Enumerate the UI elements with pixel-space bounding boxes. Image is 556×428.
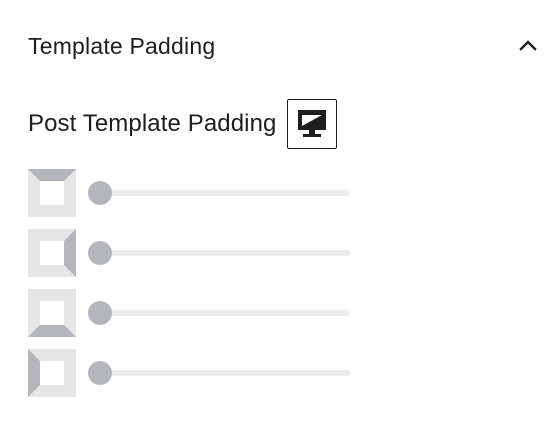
padding-top-slider[interactable] [88,179,350,207]
chevron-up-icon[interactable] [514,32,542,60]
slider-track [92,370,350,376]
desktop-icon [297,110,326,137]
padding-left-icon [28,349,76,397]
slider-track [92,310,350,316]
padding-bottom-icon [28,289,76,337]
padding-right-icon [28,229,76,277]
device-toggle-button[interactable] [286,99,337,149]
slider-thumb[interactable] [88,301,112,325]
panel-title: Template Padding [28,32,216,59]
padding-bottom-row [28,289,358,337]
padding-top-icon [28,169,76,217]
padding-right-row [28,229,358,277]
padding-top-row [28,169,358,217]
padding-left-slider[interactable] [88,359,350,387]
setting-label-row: Post Template Padding [28,98,337,150]
padding-right-slider[interactable] [88,239,350,267]
slider-thumb[interactable] [88,181,112,205]
template-padding-panel: Template Padding Post Template Padding [0,0,556,428]
slider-track [92,190,350,196]
slider-thumb[interactable] [88,241,112,265]
padding-left-row [28,349,358,397]
slider-track [92,250,350,256]
panel-header-toggle[interactable]: Template Padding [28,26,537,66]
setting-label: Post Template Padding [28,110,277,137]
padding-bottom-slider[interactable] [88,299,350,327]
slider-thumb[interactable] [88,361,112,385]
